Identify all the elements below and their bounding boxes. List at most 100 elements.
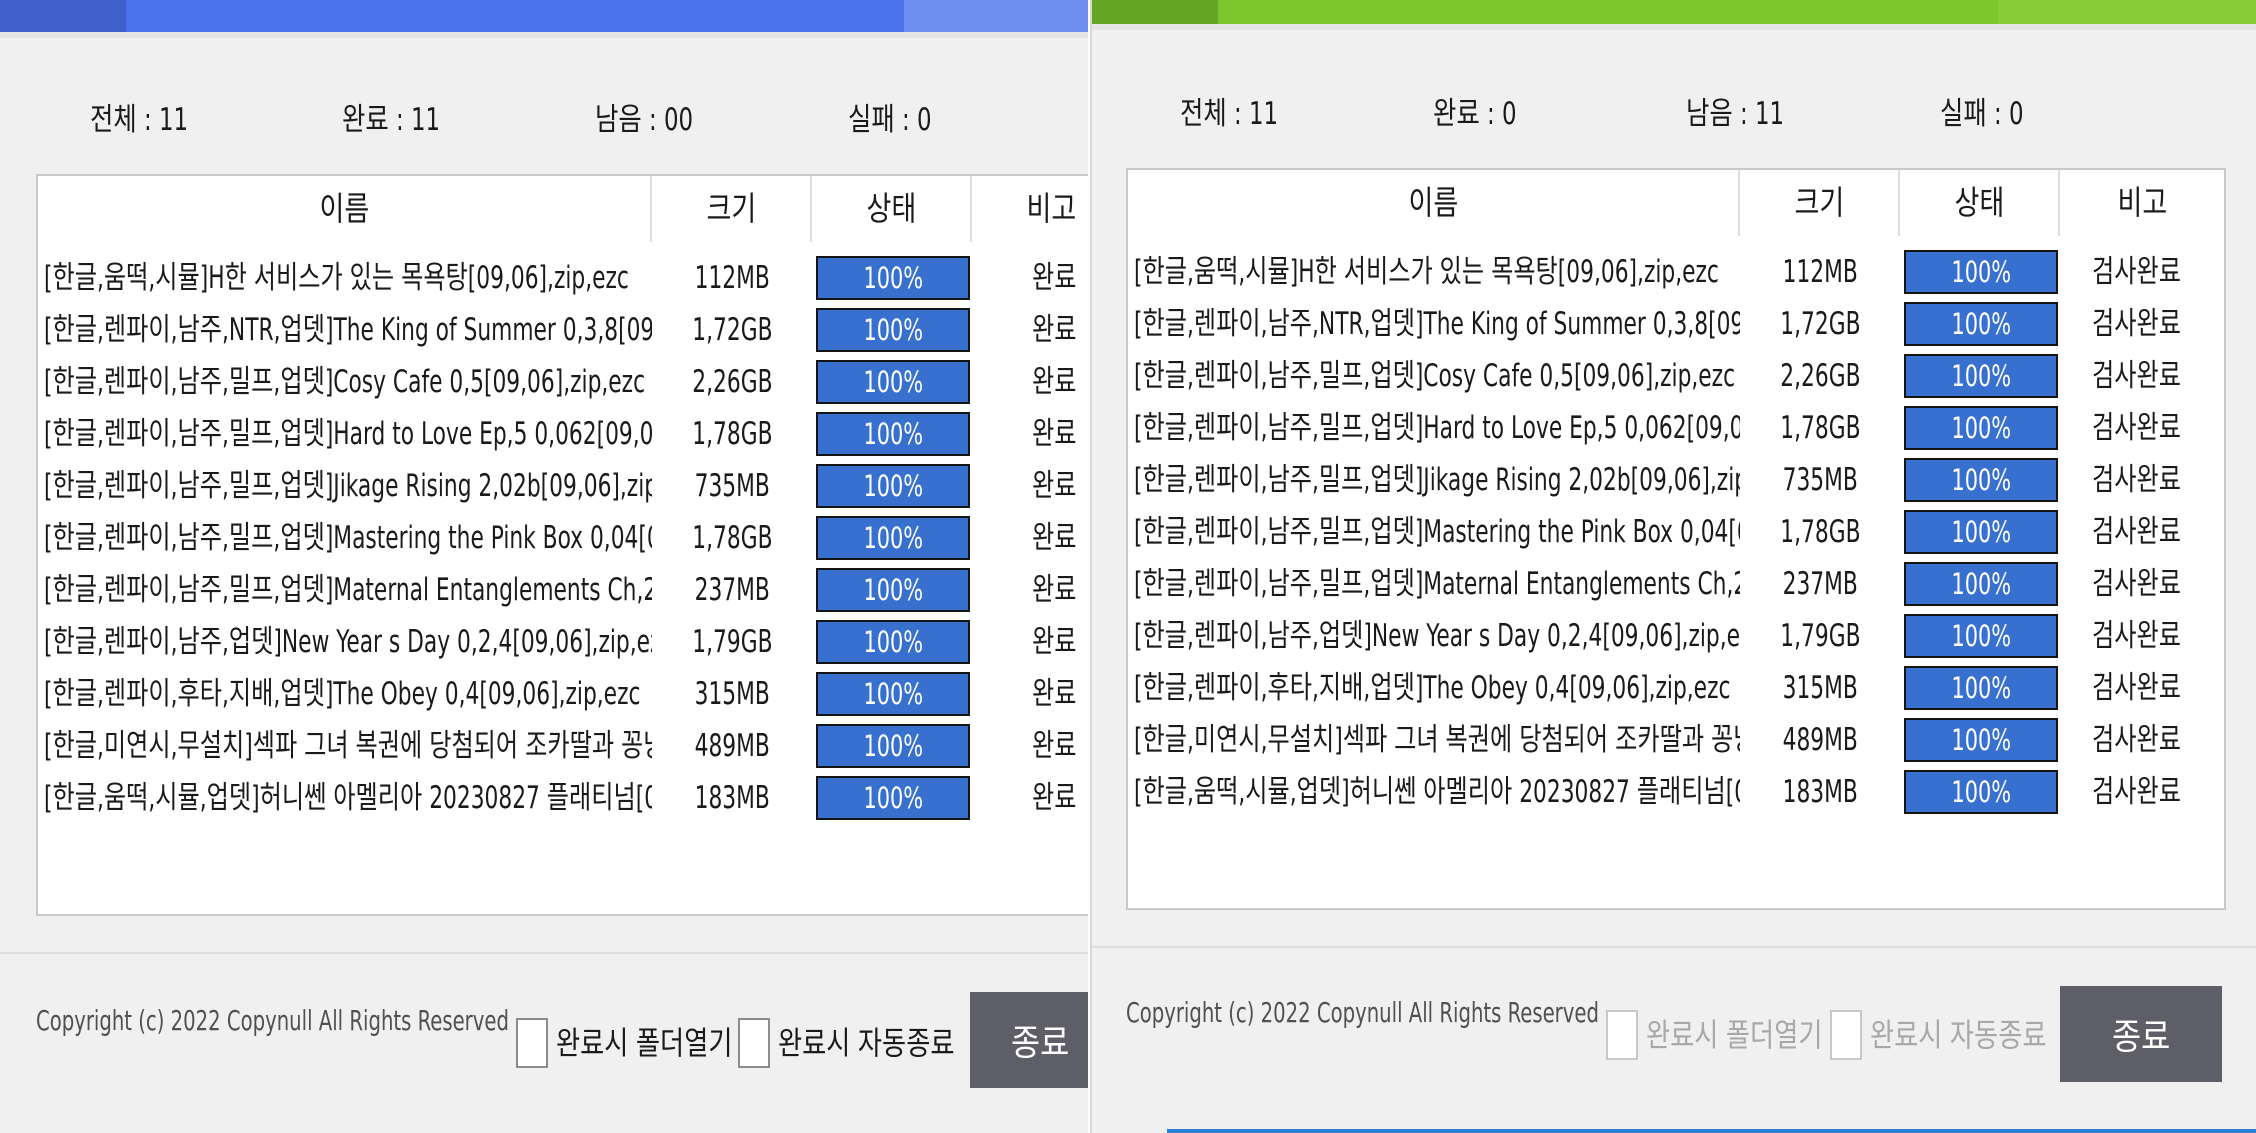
- table-row[interactable]: [한글,미연시,무설치]섹파 그녀 복권에 당첨되어 조카딸과 꽁냥 489MB 1…: [38, 720, 1088, 772]
- status-note: 검사완료: [2092, 306, 2181, 342]
- file-size: 183MB: [694, 780, 770, 816]
- status-note: 완료: [1032, 728, 1077, 764]
- exit-button[interactable]: 종료: [970, 992, 1088, 1088]
- file-name: [한글,렌파이,남주,밀프,업뎃]Jikage Rising 2,02b[09,…: [1134, 462, 1740, 498]
- status-note: 검사완료: [2092, 410, 2181, 446]
- open-folder-checkbox[interactable]: [516, 1018, 548, 1068]
- file-name: [한글,렌파이,남주,밀프,업뎃]Cosy Cafe 0,5[09,06],zi…: [1134, 358, 1736, 394]
- left-window: 전체 : 11 완료 : 11 남음 : 00 실패 : 0 이름 크기 상태 …: [0, 0, 1088, 1133]
- file-size: 1,78GB: [1779, 514, 1861, 550]
- table-row[interactable]: [한글,렌파이,남주,밀프,업뎃]Jikage Rising 2,02b[09,…: [38, 460, 1088, 512]
- open-folder-label[interactable]: 완료시 폴더열기: [556, 1018, 732, 1068]
- status-note: 검사완료: [2092, 462, 2181, 498]
- table-row[interactable]: [한글,렌파이,후타,지배,업뎃]The Obey 0,4[09,06],zip…: [38, 668, 1088, 720]
- file-size: 1,72GB: [691, 312, 773, 348]
- right-window: 전체 : 11 완료 : 0 남음 : 11 실패 : 0 이름 크기 상태 비…: [1090, 0, 2256, 1133]
- column-header-note[interactable]: 비고: [972, 176, 1088, 242]
- column-header-name[interactable]: 이름: [38, 176, 652, 242]
- file-size: 237MB: [694, 572, 770, 608]
- column-header-size[interactable]: 크기: [652, 176, 812, 242]
- progress-bar: 100%: [1904, 770, 2058, 814]
- progress-bar: 100%: [816, 568, 970, 612]
- progress-bar: 100%: [1904, 302, 2058, 346]
- table-row[interactable]: [한글,렌파이,남주,NTR,업뎃]The King of Summer 0,3…: [38, 304, 1088, 356]
- file-size: 489MB: [694, 728, 770, 764]
- file-name: [한글,미연시,무설치]섹파 그녀 복권에 당첨되어 조카딸과 꽁냥: [1134, 722, 1740, 758]
- stats-bar: 전체 : 11 완료 : 0 남음 : 11 실패 : 0: [1092, 94, 2256, 134]
- file-size: 315MB: [694, 676, 770, 712]
- progress-bar: 100%: [816, 412, 970, 456]
- status-note: 완료: [1032, 416, 1077, 452]
- table-row[interactable]: [한글,미연시,무설치]섹파 그녀 복권에 당첨되어 조카딸과 꽁냥 489MB 1…: [1128, 714, 2224, 766]
- table-row[interactable]: [한글,움떡,시뮬]H한 서비스가 있는 목욕탕[09,06],zip,ezc 1…: [1128, 246, 2224, 298]
- status-note: 완료: [1032, 260, 1077, 296]
- table-row[interactable]: [한글,렌파이,남주,NTR,업뎃]The King of Summer 0,3…: [1128, 298, 2224, 350]
- status-note: 완료: [1032, 624, 1077, 660]
- table-row[interactable]: [한글,렌파이,남주,밀프,업뎃]Hard to Love Ep,5 0,062…: [1128, 402, 2224, 454]
- progress-bar: 100%: [1904, 562, 2058, 606]
- open-folder-checkbox[interactable]: [1606, 1010, 1638, 1060]
- auto-exit-label[interactable]: 완료시 자동종료: [778, 1018, 954, 1068]
- column-header-name[interactable]: 이름: [1128, 170, 1740, 236]
- status-note: 검사완료: [2092, 774, 2181, 810]
- table-row[interactable]: [한글,렌파이,남주,밀프,업뎃]Cosy Cafe 0,5[09,06],zi…: [1128, 350, 2224, 402]
- progress-bar: 100%: [1904, 458, 2058, 502]
- file-name: [한글,움떡,시뮬]H한 서비스가 있는 목욕탕[09,06],zip,ezc: [44, 260, 629, 296]
- progress-bar: 100%: [1904, 614, 2058, 658]
- file-name: [한글,렌파이,남주,업뎃]New Year s Day 0,2,4[09,06…: [1134, 618, 1740, 654]
- progress-bar: 100%: [1904, 510, 2058, 554]
- table-row[interactable]: [한글,렌파이,남주,밀프,업뎃]Hard to Love Ep,5 0,062…: [38, 408, 1088, 460]
- table-row[interactable]: [한글,렌파이,남주,밀프,업뎃]Mastering the Pink Box …: [38, 512, 1088, 564]
- table-row[interactable]: [한글,렌파이,남주,밀프,업뎃]Maternal Entanglements …: [1128, 558, 2224, 610]
- copyright-text: Copyright (c) 2022 Copynull All Rights R…: [36, 1004, 509, 1037]
- file-list[interactable]: 이름 크기 상태 비고 [한글,움떡,시뮬]H한 서비스가 있는 목욕탕[09,…: [1126, 168, 2226, 910]
- table-row[interactable]: [한글,렌파이,남주,밀프,업뎃]Cosy Cafe 0,5[09,06],zi…: [38, 356, 1088, 408]
- progress-bar: 100%: [816, 516, 970, 560]
- title-bar[interactable]: [0, 0, 1088, 32]
- file-size: 1,78GB: [691, 416, 773, 452]
- file-name: [한글,렌파이,남주,밀프,업뎃]Jikage Rising 2,02b[09,…: [44, 468, 652, 504]
- stat-done: 완료 : 0: [1433, 96, 1517, 132]
- table-row[interactable]: [한글,렌파이,남주,업뎃]New Year s Day 0,2,4[09,06…: [1128, 610, 2224, 662]
- progress-bar: 100%: [1904, 406, 2058, 450]
- column-header-status[interactable]: 상태: [1900, 170, 2060, 236]
- status-note: 검사완료: [2092, 514, 2181, 550]
- exit-button[interactable]: 종료: [2060, 986, 2222, 1082]
- status-note: 검사완료: [2092, 254, 2181, 290]
- progress-bar: 100%: [1904, 666, 2058, 710]
- file-name: [한글,렌파이,남주,NTR,업뎃]The King of Summer 0,3…: [44, 312, 652, 348]
- table-row[interactable]: [한글,렌파이,남주,업뎃]New Year s Day 0,2,4[09,06…: [38, 616, 1088, 668]
- table-row[interactable]: [한글,렌파이,남주,밀프,업뎃]Mastering the Pink Box …: [1128, 506, 2224, 558]
- file-name: [한글,렌파이,남주,밀프,업뎃]Cosy Cafe 0,5[09,06],zi…: [44, 364, 646, 400]
- stat-failed: 실패 : 0: [848, 102, 932, 138]
- table-row[interactable]: [한글,렌파이,남주,밀프,업뎃]Maternal Entanglements …: [38, 564, 1088, 616]
- auto-exit-checkbox[interactable]: [738, 1018, 770, 1068]
- table-row[interactable]: [한글,렌파이,남주,밀프,업뎃]Jikage Rising 2,02b[09,…: [1128, 454, 2224, 506]
- status-note: 완료: [1032, 520, 1077, 556]
- auto-exit-label[interactable]: 완료시 자동종료: [1870, 1010, 2046, 1060]
- file-size: 1,79GB: [691, 624, 773, 660]
- column-header-size[interactable]: 크기: [1740, 170, 1900, 236]
- file-name: [한글,렌파이,남주,업뎃]New Year s Day 0,2,4[09,06…: [44, 624, 652, 660]
- file-name: [한글,렌파이,남주,밀프,업뎃]Mastering the Pink Box …: [44, 520, 652, 556]
- table-row[interactable]: [한글,렌파이,후타,지배,업뎃]The Obey 0,4[09,06],zip…: [1128, 662, 2224, 714]
- title-bar[interactable]: [1092, 0, 2256, 24]
- auto-exit-checkbox[interactable]: [1830, 1010, 1862, 1060]
- progress-bar: 100%: [1904, 250, 2058, 294]
- stat-total: 전체 : 11: [1180, 96, 1279, 132]
- status-note: 완료: [1032, 676, 1077, 712]
- table-row[interactable]: [한글,움떡,시뮬,업뎃]허니쎈 아멜리아 20230827 플래티넘[09,0…: [38, 772, 1088, 824]
- open-folder-label[interactable]: 완료시 폴더열기: [1646, 1010, 1822, 1060]
- stat-remaining: 남음 : 00: [595, 102, 694, 138]
- file-size: 735MB: [694, 468, 770, 504]
- table-row[interactable]: [한글,움떡,시뮬,업뎃]허니쎈 아멜리아 20230827 플래티넘[09,0…: [1128, 766, 2224, 818]
- file-name: [한글,렌파이,남주,밀프,업뎃]Mastering the Pink Box …: [1134, 514, 1740, 550]
- column-header-status[interactable]: 상태: [812, 176, 972, 242]
- stat-remaining: 남음 : 11: [1686, 96, 1785, 132]
- column-header-note[interactable]: 비고: [2060, 170, 2224, 236]
- file-list[interactable]: 이름 크기 상태 비고 [한글,움떡,시뮬]H한 서비스가 있는 목욕탕[09,…: [36, 174, 1088, 916]
- file-name: [한글,렌파이,후타,지배,업뎃]The Obey 0,4[09,06],zip…: [1134, 670, 1731, 706]
- table-row[interactable]: [한글,움떡,시뮬]H한 서비스가 있는 목욕탕[09,06],zip,ezc 1…: [38, 252, 1088, 304]
- file-name: [한글,움떡,시뮬]H한 서비스가 있는 목욕탕[09,06],zip,ezc: [1134, 254, 1719, 290]
- status-note: 검사완료: [2092, 566, 2181, 602]
